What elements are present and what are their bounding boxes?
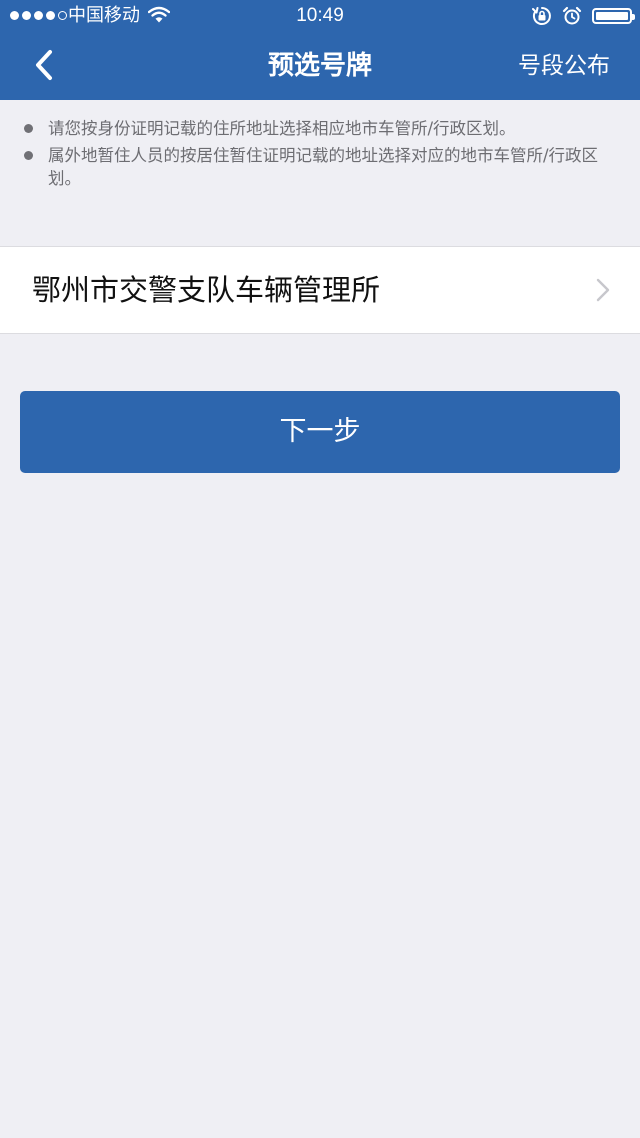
instruction-notes: 请您按身份证明记载的住所地址选择相应地市车管所/行政区划。 属外地暂住人员的按居… — [24, 117, 620, 194]
chevron-left-icon — [36, 50, 52, 80]
navigation-bar: 预选号牌 号段公布 — [0, 34, 640, 100]
next-step-button[interactable]: 下一步 — [20, 391, 620, 473]
status-icons — [532, 6, 635, 26]
battery-level — [596, 12, 628, 20]
orientation-lock-icon — [532, 7, 551, 25]
status-bar: 中国移动 10:49 — [0, 0, 640, 34]
vehicle-office-selector[interactable]: 鄂州市交警支队车辆管理所 — [0, 246, 640, 334]
note-item: 属外地暂住人员的按居住暂住证明记载的地址选择对应的地市车管所/行政区划。 — [24, 144, 620, 190]
note-item: 请您按身份证明记载的住所地址选择相应地市车管所/行政区划。 — [24, 117, 620, 140]
top-bar: 中国移动 10:49 预选号牌 号段公布 — [0, 0, 640, 100]
back-button[interactable] — [30, 48, 60, 82]
vehicle-office-label: 鄂州市交警支队车辆管理所 — [32, 273, 381, 307]
number-segment-announcement-link[interactable]: 号段公布 — [518, 50, 610, 82]
battery-icon — [592, 8, 635, 24]
alarm-icon — [562, 6, 582, 25]
chevron-right-icon — [596, 278, 610, 302]
